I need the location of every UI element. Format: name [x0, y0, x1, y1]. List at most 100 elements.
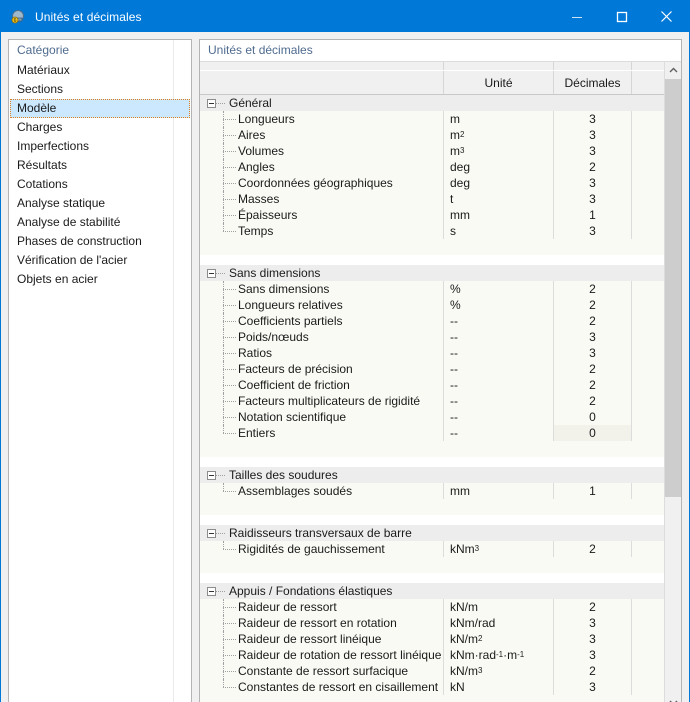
group-decimals-cell[interactable] — [554, 583, 632, 599]
spacer-name-cell[interactable] — [200, 239, 444, 255]
table-row[interactable]: Entiers -- 0 — [200, 425, 664, 441]
minimize-button[interactable] — [554, 1, 599, 32]
row-decimals-cell[interactable]: 2 — [554, 361, 632, 377]
table-row[interactable]: Poids/nœuds -- 3 — [200, 329, 664, 345]
row-unit-cell[interactable]: -- — [444, 345, 554, 361]
row-decimals-cell[interactable]: 3 — [554, 631, 632, 647]
sidebar-item-cotations[interactable]: Cotations — [9, 175, 191, 194]
table-row[interactable]: Longueurs m 3 — [200, 111, 664, 127]
row-unit-cell[interactable]: -- — [444, 409, 554, 425]
spacer-name-cell[interactable] — [200, 441, 444, 457]
sidebar-item-analyse-de-stabilit[interactable]: Analyse de stabilité — [9, 213, 191, 232]
group-header-row[interactable]: Sans dimensions — [200, 265, 664, 281]
row-unit-cell[interactable]: kN — [444, 679, 554, 695]
group-header-row[interactable]: Raidisseurs transversaux de barre — [200, 525, 664, 541]
column-header-name[interactable] — [200, 71, 444, 94]
row-name-cell[interactable]: Volumes — [200, 143, 444, 159]
spacer-unit-cell[interactable] — [444, 441, 554, 457]
group-decimals-cell[interactable] — [554, 525, 632, 541]
row-name-cell[interactable]: Coefficient de friction — [200, 377, 444, 393]
sidebar-item-imperfections[interactable]: Imperfections — [9, 137, 191, 156]
row-name-cell[interactable]: Facteurs multiplicateurs de rigidité — [200, 393, 444, 409]
collapse-toggle-icon[interactable] — [207, 98, 216, 108]
spacer-unit-cell[interactable] — [444, 695, 554, 702]
group-header-row[interactable]: Appuis / Fondations élastiques — [200, 583, 664, 599]
row-decimals-cell[interactable]: 0 — [554, 425, 632, 441]
spacer-decimals-cell[interactable] — [554, 441, 632, 457]
row-decimals-cell[interactable]: 3 — [554, 127, 632, 143]
spacer-unit-cell[interactable] — [444, 239, 554, 255]
collapse-toggle-icon[interactable] — [207, 586, 216, 596]
group-unit-cell[interactable] — [444, 583, 554, 599]
row-name-cell[interactable]: Longueurs relatives — [200, 297, 444, 313]
row-decimals-cell[interactable]: 3 — [554, 111, 632, 127]
sidebar-item-r-sultats[interactable]: Résultats — [9, 156, 191, 175]
sidebar-item-objets-en-acier[interactable]: Objets en acier — [9, 270, 191, 289]
row-name-cell[interactable]: Masses — [200, 191, 444, 207]
row-name-cell[interactable]: Longueurs — [200, 111, 444, 127]
sidebar-item-mat-riaux[interactable]: Matériaux — [9, 61, 191, 80]
title-bar[interactable]: 6 Unités et décimales — [1, 1, 689, 32]
row-name-cell[interactable]: Entiers — [200, 425, 444, 441]
table-row[interactable]: Temps s 3 — [200, 223, 664, 239]
spacer-unit-cell[interactable] — [444, 557, 554, 573]
row-name-cell[interactable]: Angles — [200, 159, 444, 175]
group-unit-cell[interactable] — [444, 467, 554, 483]
group-unit-cell[interactable] — [444, 525, 554, 541]
row-decimals-cell[interactable]: 2 — [554, 313, 632, 329]
row-name-cell[interactable]: Poids/nœuds — [200, 329, 444, 345]
row-decimals-cell[interactable]: 2 — [554, 297, 632, 313]
spacer-unit-cell[interactable] — [444, 499, 554, 515]
row-unit-cell[interactable]: mm — [444, 483, 554, 499]
row-decimals-cell[interactable]: 3 — [554, 647, 632, 663]
table-row[interactable]: Constantes de ressort en cisaillement kN 3 — [200, 679, 664, 695]
row-name-cell[interactable]: Notation scientifique — [200, 409, 444, 425]
row-decimals-cell[interactable]: 3 — [554, 329, 632, 345]
sidebar-item-analyse-statique[interactable]: Analyse statique — [9, 194, 191, 213]
row-unit-cell[interactable]: deg — [444, 175, 554, 191]
row-name-cell[interactable]: Assemblages soudés — [200, 483, 444, 499]
table-row[interactable]: Notation scientifique -- 0 — [200, 409, 664, 425]
row-unit-cell[interactable]: kNm 3 — [444, 541, 554, 557]
row-decimals-cell[interactable]: 2 — [554, 377, 632, 393]
table-row[interactable]: Raideur de rotation de ressort linéique k… — [200, 647, 664, 663]
scroll-down-arrow[interactable] — [665, 694, 681, 702]
row-unit-cell[interactable]: kNm/rad — [444, 615, 554, 631]
row-unit-cell[interactable]: t — [444, 191, 554, 207]
spacer-name-cell[interactable] — [200, 557, 444, 573]
sidebar-item-charges[interactable]: Charges — [9, 118, 191, 137]
table-row[interactable]: Rigidités de gauchissement kNm 3 2 — [200, 541, 664, 557]
row-name-cell[interactable]: Sans dimensions — [200, 281, 444, 297]
table-row[interactable]: Aires m 2 3 — [200, 127, 664, 143]
row-decimals-cell[interactable]: 2 — [554, 393, 632, 409]
row-unit-cell[interactable]: m — [444, 111, 554, 127]
row-unit-cell[interactable]: deg — [444, 159, 554, 175]
row-unit-cell[interactable]: % — [444, 297, 554, 313]
close-button[interactable] — [644, 1, 689, 32]
row-unit-cell[interactable]: m2 — [444, 127, 554, 143]
row-unit-cell[interactable]: kN/m 3 — [444, 663, 554, 679]
row-unit-cell[interactable]: kN/m 2 — [444, 631, 554, 647]
group-header-row[interactable]: Général — [200, 95, 664, 111]
table-row[interactable]: Angles deg 2 — [200, 159, 664, 175]
sidebar-item-sections[interactable]: Sections — [9, 80, 191, 99]
row-name-cell[interactable]: Constantes de ressort en cisaillement — [200, 679, 444, 695]
scrollbar-thumb[interactable] — [665, 79, 681, 498]
row-unit-cell[interactable]: kN/m — [444, 599, 554, 615]
maximize-button[interactable] — [599, 1, 644, 32]
group-decimals-cell[interactable] — [554, 467, 632, 483]
table-row[interactable]: Longueurs relatives% 2 — [200, 297, 664, 313]
row-decimals-cell[interactable]: 2 — [554, 281, 632, 297]
row-decimals-cell[interactable]: 3 — [554, 143, 632, 159]
column-header-unit[interactable]: Unité — [444, 71, 554, 94]
table-row[interactable]: Épaisseurs mm 1 — [200, 207, 664, 223]
table-row[interactable]: Volumes m 3 3 — [200, 143, 664, 159]
row-decimals-cell[interactable]: 3 — [554, 679, 632, 695]
row-name-cell[interactable]: Épaisseurs — [200, 207, 444, 223]
row-decimals-cell[interactable]: 3 — [554, 615, 632, 631]
sidebar-item-phases-de-construction[interactable]: Phases de construction — [9, 232, 191, 251]
row-decimals-cell[interactable]: 0 — [554, 409, 632, 425]
spacer-name-cell[interactable] — [200, 499, 444, 515]
row-unit-cell[interactable]: -- — [444, 425, 554, 441]
row-name-cell[interactable]: Rigidités de gauchissement — [200, 541, 444, 557]
